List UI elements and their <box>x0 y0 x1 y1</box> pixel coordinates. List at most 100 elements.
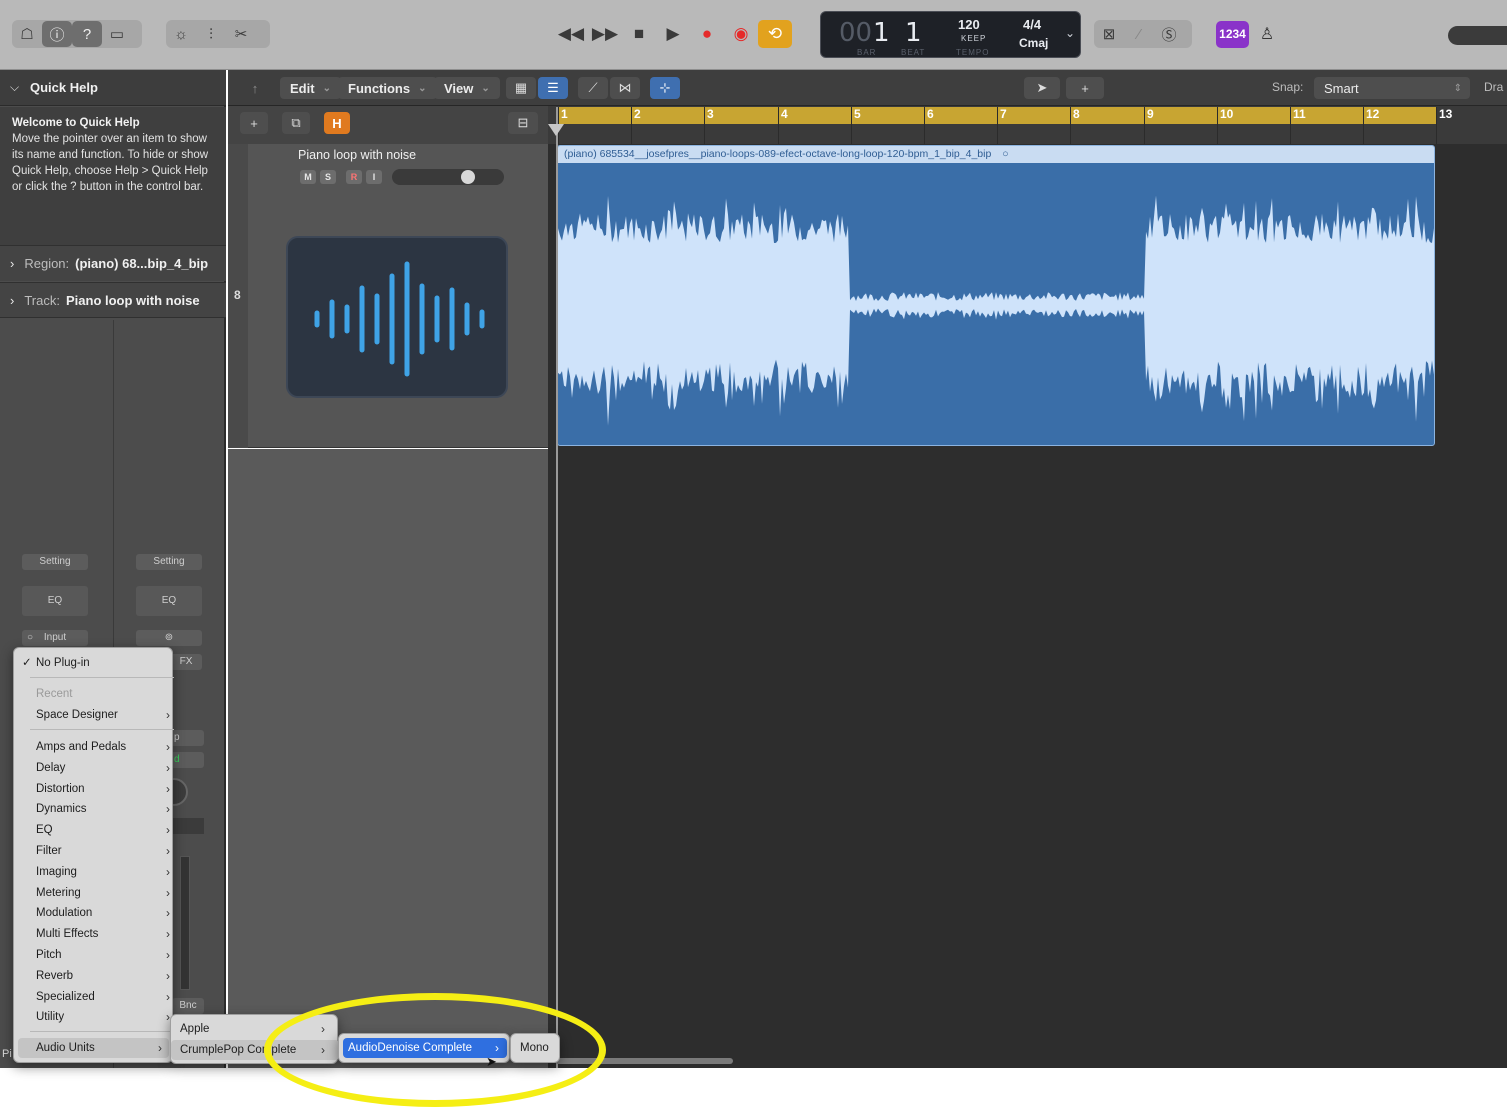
duplicate-track-icon[interactable]: ⧉ <box>282 112 310 134</box>
strip-a-input-button[interactable]: ○ Input <box>22 630 88 646</box>
ruler-bar-number: 13 <box>1439 107 1453 121</box>
view-menu[interactable]: View ⌄ <box>434 77 500 99</box>
menu-item-category[interactable]: Delay › <box>22 758 172 778</box>
audio-region[interactable]: (piano) 685534__josefpres__piano-loops-0… <box>557 145 1435 446</box>
strip-b-partial-d[interactable]: d <box>170 752 204 768</box>
menu-item-category[interactable]: Filter › <box>22 841 172 861</box>
pointer-tool-icon[interactable]: ➤ <box>1024 77 1060 99</box>
count-in-badge[interactable]: 1234 <box>1216 21 1249 48</box>
volume-knob[interactable] <box>461 170 475 184</box>
replace-mode-icon[interactable]: ⊠ <box>1094 21 1124 47</box>
metronome-icon[interactable]: ♙ <box>1256 21 1278 48</box>
strip-b-link-button[interactable]: ⊚ <box>136 630 202 646</box>
strip-b-setting-button[interactable]: Setting <box>136 554 202 570</box>
mute-button[interactable]: M <box>300 170 316 184</box>
menu-item-category[interactable]: Modulation › <box>22 903 172 923</box>
ruler-bar-line <box>997 107 998 144</box>
record-icon[interactable]: ● <box>690 20 724 48</box>
menu-item-space-designer[interactable]: Space Designer › <box>22 705 172 725</box>
solo-button[interactable]: S <box>320 170 336 184</box>
solo-mode-icon[interactable]: Ⓢ <box>1154 21 1184 47</box>
track-name[interactable]: Piano loop with noise <box>298 148 416 162</box>
edit-menu[interactable]: Edit ⌄ <box>280 77 341 99</box>
menu-item-audio-units[interactable]: Audio Units › <box>18 1038 169 1058</box>
menu-item-category[interactable]: Pitch › <box>22 945 172 965</box>
strip-a-setting-button[interactable]: Setting <box>22 554 88 570</box>
capture-recording-icon[interactable]: ◉ <box>724 20 758 48</box>
chevron-down-icon: ⌄ <box>481 82 490 94</box>
menu-item-category[interactable]: Multi Effects › <box>22 924 172 944</box>
quick-help-icon[interactable]: ? <box>72 21 102 47</box>
cycle-icon[interactable]: ⟲ <box>758 20 792 48</box>
track-folder-icon[interactable]: ⊟ <box>508 112 538 134</box>
record-enable-button[interactable]: R <box>346 170 362 184</box>
chevron-down-icon[interactable]: ⌵ <box>10 80 19 95</box>
smart-controls-icon[interactable]: ☼ <box>166 21 196 47</box>
functions-menu[interactable]: Functions ⌄ <box>338 77 437 99</box>
stop-icon[interactable]: ■ <box>622 20 656 48</box>
menu-item-category-label: Filter <box>36 845 62 857</box>
hide-tracks-button[interactable]: H <box>324 112 350 134</box>
menu-item-label: Space Designer <box>36 709 118 721</box>
menu-item-category[interactable]: Utility › <box>22 1007 172 1027</box>
menu-item-no-plugin[interactable]: ✓ No Plug-in <box>22 653 90 673</box>
grid-view-icon[interactable]: ▦ <box>506 77 536 99</box>
playhead-marker-icon[interactable] <box>548 124 564 136</box>
region-title-text: (piano) 685534__josefpres__piano-loops-0… <box>564 148 992 160</box>
checkmark-icon: ✓ <box>22 657 32 669</box>
playhead[interactable] <box>556 107 558 1068</box>
inspector-track-row[interactable]: › Track: Piano loop with noise <box>0 282 226 318</box>
automation-icon[interactable]: ⟋ <box>578 77 608 99</box>
lcd-chevron-down-icon[interactable]: ⌄ <box>1065 26 1075 40</box>
input-monitor-button[interactable]: I <box>366 170 382 184</box>
quick-help-header[interactable]: ⌵ Quick Help <box>0 70 226 106</box>
menu-divider <box>30 677 174 678</box>
menu-item-category[interactable]: Reverb › <box>22 966 172 986</box>
back-arrow-icon[interactable]: ↑ <box>240 77 270 99</box>
level-meter <box>180 856 190 990</box>
menu-item-category[interactable]: Imaging › <box>22 862 172 882</box>
quick-help-title: Quick Help <box>30 80 98 95</box>
region-label: Region: <box>24 256 70 271</box>
menu-item-category[interactable]: Amps and Pedals › <box>22 737 172 757</box>
inspector-icon[interactable]: ⓘ <box>42 21 72 47</box>
track-volume-slider[interactable] <box>392 169 504 185</box>
library-icon[interactable]: ☖ <box>12 21 42 47</box>
menu-item-category[interactable]: Dynamics › <box>22 799 172 819</box>
track-icon-audio[interactable] <box>286 236 508 398</box>
strip-b-partial-p[interactable]: p <box>170 730 204 746</box>
menu-item-category[interactable]: Metering › <box>22 883 172 903</box>
editors-icon[interactable]: ✂ <box>226 21 256 47</box>
menu-item-category[interactable]: Specialized › <box>22 987 172 1007</box>
ruler-bar-line <box>1144 107 1145 144</box>
lcd-display[interactable]: 00 1 1 BAR BEAT 120 KEEP TEMPO 4/4 Cmaj … <box>820 11 1081 58</box>
flex-icon[interactable]: ⋈ <box>610 77 640 99</box>
chevron-right-icon: › <box>166 760 170 775</box>
audio-waveform <box>558 195 1434 426</box>
mixer-icon[interactable]: ⫶ <box>196 21 226 47</box>
strip-b-fx-slot[interactable]: FX <box>170 654 202 670</box>
chevron-right-icon: › <box>166 781 170 796</box>
edit-views-group: ☼ ⫶ ✂ <box>166 20 270 48</box>
catch-icon[interactable]: ⊹ <box>650 77 680 99</box>
strip-a-eq-button[interactable]: EQ <box>22 586 88 616</box>
play-icon[interactable]: ▶ <box>656 20 690 48</box>
menu-item-category-label: Amps and Pedals <box>36 741 127 753</box>
chevron-right-icon: › <box>166 802 170 817</box>
menu-item-category[interactable]: Distortion › <box>22 779 172 799</box>
master-volume-slider[interactable] <box>1448 26 1507 45</box>
track-number-column: 8 <box>228 144 248 448</box>
add-track-icon[interactable]: + <box>240 112 268 134</box>
tuner-icon[interactable]: ⁄ <box>1124 21 1154 47</box>
list-view-icon[interactable]: ☰ <box>538 77 568 99</box>
pencil-tool-icon[interactable]: + <box>1066 77 1104 99</box>
strip-b-eq-button[interactable]: EQ <box>136 586 202 616</box>
fast-forward-icon[interactable]: ▶▶ <box>588 20 622 48</box>
toolbar-toggle-icon[interactable]: ▭ <box>102 21 132 47</box>
loop-icon: ○ <box>1002 148 1009 160</box>
rewind-icon[interactable]: ◀◀ <box>554 20 588 48</box>
inspector-region-row[interactable]: › Region: (piano) 68...bip_4_bip <box>0 245 226 281</box>
menu-item-category[interactable]: EQ › <box>22 820 172 840</box>
snap-dropdown[interactable]: Smart ⇕ <box>1314 77 1470 99</box>
strip-b-bnc-button[interactable]: Bnc <box>172 998 204 1014</box>
